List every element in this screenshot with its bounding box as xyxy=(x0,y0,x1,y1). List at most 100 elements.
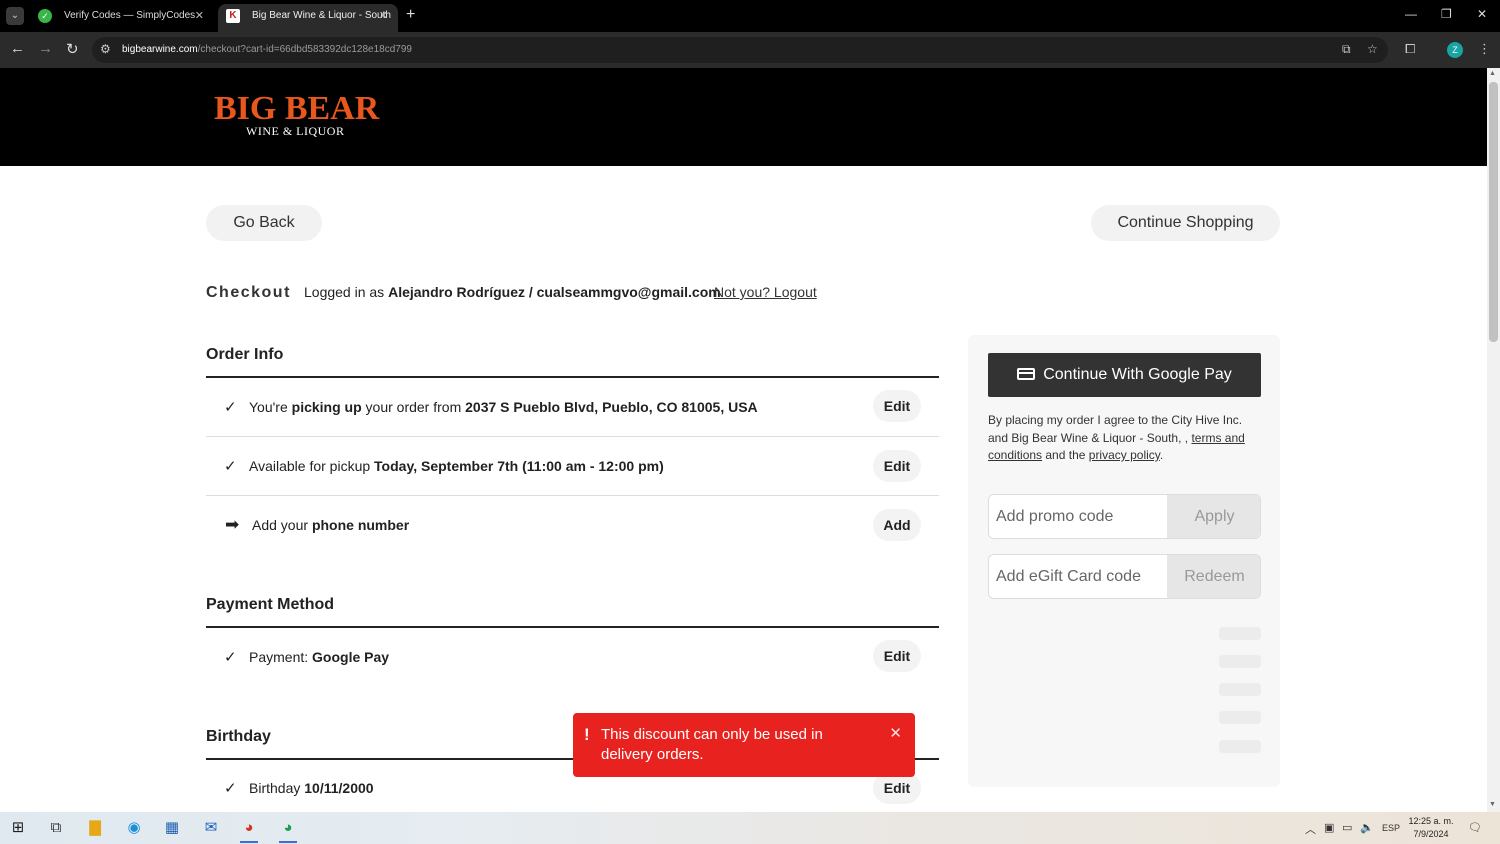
terms-mid: and the xyxy=(1042,448,1089,462)
row-text-part: Birthday xyxy=(249,780,305,796)
scroll-thumb[interactable] xyxy=(1489,82,1498,342)
edit-payment-button[interactable]: Edit xyxy=(873,640,921,672)
gift-card-input[interactable] xyxy=(989,555,1167,598)
logged-in-user: Alejandro Rodríguez / cualseammgvo@gmail… xyxy=(388,284,721,300)
minimize-icon[interactable]: — xyxy=(1405,7,1417,21)
loading-placeholder xyxy=(1219,655,1261,668)
row-text-part: your order from xyxy=(361,399,466,415)
window-close-icon[interactable]: ✕ xyxy=(1477,7,1487,21)
arrow-right-icon: ➡ xyxy=(225,515,240,534)
row-text-bold: picking up xyxy=(291,399,362,415)
tab-search-icon[interactable]: ⌄ xyxy=(6,7,24,25)
tab-title: Verify Codes — SimplyCodes xyxy=(64,10,196,21)
system-clock[interactable]: 12:25 a. m. 7/9/2024 xyxy=(1406,815,1456,841)
edit-pickup-location-button[interactable]: Edit xyxy=(873,390,921,422)
row-text-part: Available for pickup xyxy=(249,458,375,474)
mail-icon[interactable]: ✉ xyxy=(202,819,220,837)
bookmark-star-icon[interactable]: ☆ xyxy=(1367,42,1378,56)
forward-arrow-icon[interactable]: → xyxy=(38,40,53,57)
promo-code-box: Apply xyxy=(988,494,1261,539)
scroll-up-icon[interactable]: ▲ xyxy=(1489,70,1496,77)
checkmark-icon: ✓ xyxy=(224,780,237,797)
logo-main-text: BIG BEAR xyxy=(214,90,380,127)
row-text-bold: Google Pay xyxy=(312,649,390,665)
continue-shopping-button[interactable]: Continue Shopping xyxy=(1091,205,1280,241)
checkmark-icon: ✓ xyxy=(224,458,237,475)
terms-text: By placing my order I agree to the City … xyxy=(988,412,1263,465)
site-header: BIG BEAR WINE & LIQUOR xyxy=(0,68,1487,166)
profile-avatar[interactable]: Z xyxy=(1447,42,1463,58)
payment-method-title: Payment Method xyxy=(206,596,335,613)
terms-end: . xyxy=(1159,448,1164,462)
add-phone-button[interactable]: Add xyxy=(873,509,921,541)
page-scrollbar[interactable]: ▲ ▼ xyxy=(1487,68,1500,812)
clock-time: 12:25 a. m. xyxy=(1408,816,1454,826)
checkmark-icon: ✓ xyxy=(224,399,237,416)
chrome-icon[interactable]: ◕ xyxy=(240,819,258,837)
birthday-title: Birthday xyxy=(206,728,271,745)
privacy-link[interactable]: privacy policy xyxy=(1089,448,1160,462)
logged-in-prefix: Logged in as xyxy=(304,284,389,300)
browser-tab-bar: ⌄ ✓ Verify Codes — SimplyCodes ✕ K Big B… xyxy=(0,0,1500,32)
close-icon[interactable]: ✕ xyxy=(889,724,902,742)
clock-date: 7/9/2024 xyxy=(1413,829,1449,839)
row-text-part: Payment: xyxy=(249,649,313,665)
credit-card-icon xyxy=(1017,368,1036,380)
new-tab-button[interactable]: + xyxy=(406,6,415,24)
google-pay-label: Continue With Google Pay xyxy=(1043,366,1232,383)
edge-icon[interactable]: ◉ xyxy=(125,819,143,837)
pickup-location-text: You're picking up your order from 2037 S… xyxy=(249,399,758,415)
language-indicator[interactable]: ESP xyxy=(1382,823,1400,833)
scroll-down-icon[interactable]: ▼ xyxy=(1489,801,1496,808)
row-text-bold: 2037 S Pueblo Blvd, Pueblo, CO 81005, US… xyxy=(465,399,758,415)
menu-kebab-icon[interactable]: ⋮ xyxy=(1478,41,1491,57)
site-info-icon[interactable]: ⚙ xyxy=(100,42,111,56)
birthday-text: Birthday 10/11/2000 xyxy=(249,780,374,796)
store-icon[interactable]: ▦ xyxy=(163,819,181,837)
file-explorer-icon[interactable]: ▇ xyxy=(86,819,104,837)
loading-placeholder xyxy=(1219,683,1261,696)
chevron-up-icon[interactable]: ︿ xyxy=(1305,821,1316,837)
loading-placeholder xyxy=(1219,740,1261,753)
tab-bigbear[interactable]: K Big Bear Wine & Liquor - South ✕ xyxy=(218,4,398,32)
row-divider xyxy=(206,436,939,437)
url-text: bigbearwine.com/checkout?cart-id=66dbd58… xyxy=(122,44,412,55)
back-arrow-icon[interactable]: ← xyxy=(10,40,25,57)
tab-simplycodes[interactable]: ✓ Verify Codes — SimplyCodes ✕ xyxy=(30,4,214,32)
edit-pickup-time-button[interactable]: Edit xyxy=(873,450,921,482)
close-icon[interactable]: ✕ xyxy=(195,4,204,28)
logout-link[interactable]: Not you? Logout xyxy=(714,284,817,300)
tab-title: Big Bear Wine & Liquor - South xyxy=(252,10,391,21)
url-host: bigbearwine.com xyxy=(122,44,198,55)
promo-code-input[interactable] xyxy=(989,495,1167,538)
task-view-icon[interactable]: ⧉ xyxy=(47,819,65,837)
active-indicator xyxy=(279,841,297,843)
browser-toolbar: ← → ↻ ⚙ bigbearwine.com/checkout?cart-id… xyxy=(0,32,1500,68)
chrome-icon[interactable]: ◕ xyxy=(279,819,297,837)
google-pay-button[interactable]: Continue With Google Pay xyxy=(988,353,1261,397)
order-info-title: Order Info xyxy=(206,346,284,363)
network-icon[interactable]: ▭ xyxy=(1342,821,1352,834)
notifications-icon[interactable]: 🗨 xyxy=(1468,821,1482,834)
payment-text: Payment: Google Pay xyxy=(249,649,389,665)
restore-icon[interactable]: ❐ xyxy=(1441,7,1452,21)
meet-icon[interactable]: ▣ xyxy=(1324,821,1334,834)
checkmark-icon: ✓ xyxy=(224,649,237,666)
toast-message: This discount can only be used in delive… xyxy=(601,726,823,763)
windows-taskbar: ⊞ ⧉ ▇ ◉ ▦ ✉ ◕ ◕ ︿ ▣ ▭ 🔈 ESP 12:25 a. m. … xyxy=(0,812,1500,844)
apply-promo-button[interactable]: Apply xyxy=(1167,495,1260,538)
go-back-button[interactable]: Go Back xyxy=(206,205,322,241)
redeem-gift-button[interactable]: Redeem xyxy=(1167,555,1260,598)
checkout-title: Checkout xyxy=(206,284,291,301)
loading-placeholder xyxy=(1219,711,1261,724)
reload-icon[interactable]: ↻ xyxy=(66,40,79,58)
extensions-icon[interactable]: ⧠ xyxy=(1405,41,1415,57)
volume-icon[interactable]: 🔈 xyxy=(1360,821,1374,834)
row-text-bold: phone number xyxy=(311,517,410,533)
translate-icon[interactable]: ⧉ xyxy=(1342,42,1351,57)
close-icon[interactable]: ✕ xyxy=(379,4,388,28)
bigbear-favicon-icon: K xyxy=(226,9,240,23)
bigbear-logo[interactable]: BIG BEAR WINE & LIQUOR xyxy=(214,92,379,139)
address-bar[interactable]: ⚙ bigbearwine.com/checkout?cart-id=66dbd… xyxy=(92,37,1388,63)
windows-start-icon[interactable]: ⊞ xyxy=(9,819,27,837)
